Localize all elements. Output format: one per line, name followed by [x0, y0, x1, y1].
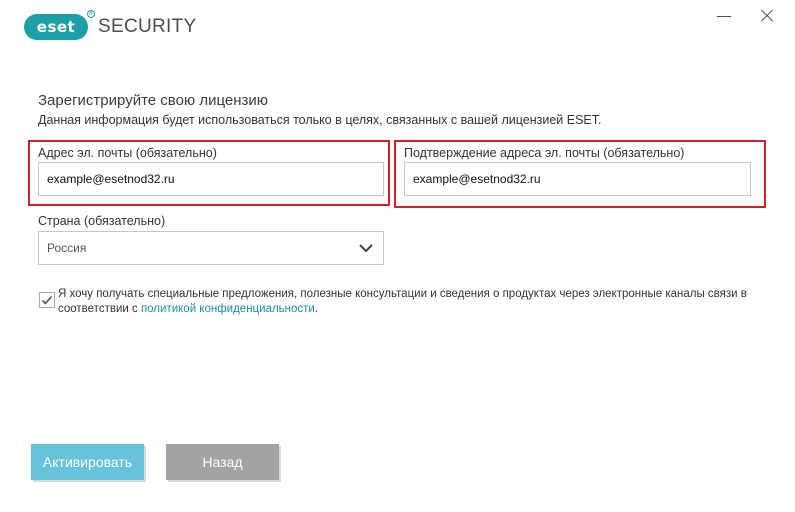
eset-logo: eset ® SECURITY — [24, 10, 197, 40]
logo-badge: eset ® — [24, 10, 95, 40]
close-icon[interactable] — [757, 6, 777, 26]
email-confirm-field[interactable]: example@esetnod32.ru — [404, 162, 751, 196]
consent-checkbox[interactable] — [39, 292, 55, 308]
product-name: SECURITY — [98, 16, 197, 37]
title-bar: eset ® SECURITY — [0, 0, 795, 56]
email-field[interactable]: example@esetnod32.ru — [38, 162, 384, 196]
checkmark-icon — [41, 295, 53, 305]
country-select[interactable]: Россия — [38, 231, 384, 265]
email-label: Адрес эл. почты (обязательно) — [38, 146, 217, 160]
consent-text-after: . — [314, 303, 319, 315]
back-button[interactable]: Назад — [166, 444, 279, 480]
country-selected-value: Россия — [47, 241, 87, 255]
minimize-icon[interactable] — [714, 6, 734, 26]
page-subtitle: Данная информация будет использоваться т… — [38, 113, 602, 127]
chevron-down-icon — [359, 244, 373, 253]
registered-mark-icon: ® — [87, 10, 95, 18]
privacy-policy-link[interactable]: политикой конфиденциальности — [141, 303, 315, 315]
activate-button[interactable]: Активировать — [31, 444, 144, 480]
country-label: Страна (обязательно) — [38, 214, 166, 228]
email-confirm-label: Подтверждение адреса эл. почты (обязател… — [404, 146, 685, 160]
consent-text: Я хочу получать специальные предложения,… — [58, 287, 748, 317]
page-title: Зарегистрируйте свою лицензию — [38, 92, 269, 109]
logo-text: eset — [36, 18, 76, 36]
